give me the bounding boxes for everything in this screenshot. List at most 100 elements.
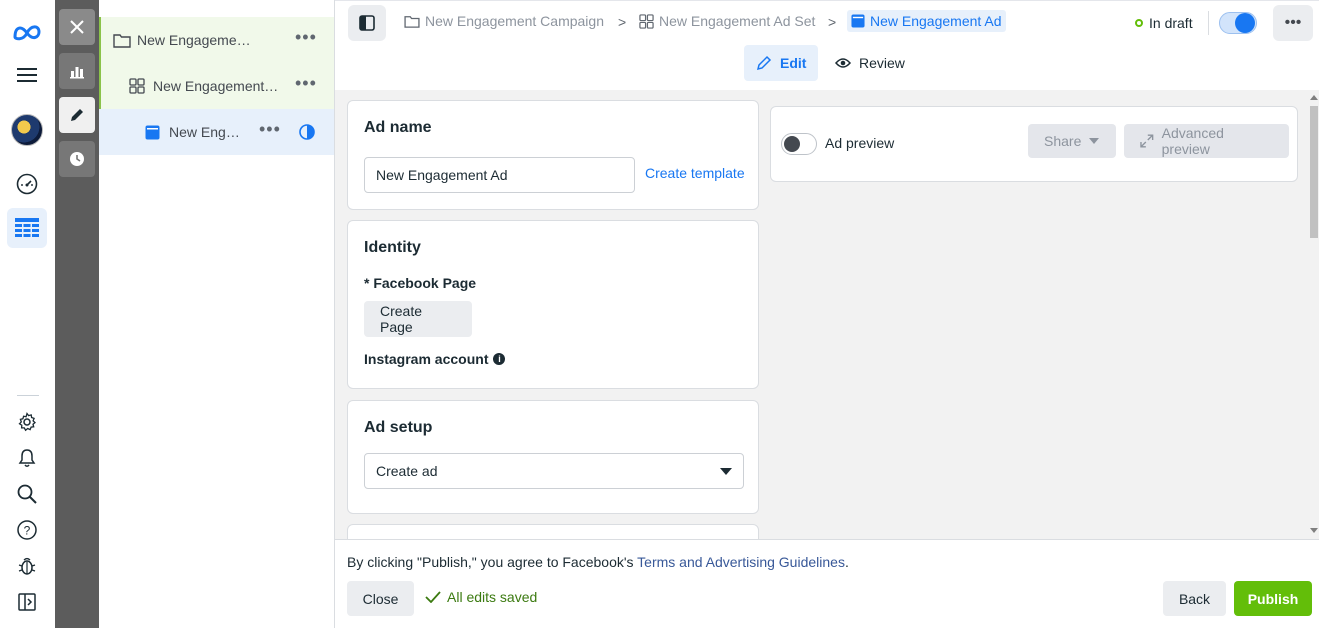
breadcrumb-campaign-label: New Engagement Campaign <box>425 13 604 29</box>
instagram-account-field: Instagram account i <box>364 351 506 367</box>
terms-prefix: By clicking "Publish," you agree to Face… <box>347 554 638 570</box>
save-status: All edits saved <box>425 589 537 605</box>
back-button[interactable]: Back <box>1163 581 1226 616</box>
create-template-link[interactable]: Create template <box>645 165 745 181</box>
ad-more-icon[interactable]: ••• <box>259 119 281 140</box>
more-options-button[interactable]: ••• <box>1273 5 1313 41</box>
editor-footer: By clicking "Publish," you agree to Face… <box>335 539 1319 628</box>
chevron-right-icon: > <box>618 14 627 30</box>
help-icon[interactable]: ? <box>7 510 47 550</box>
ad-name-input[interactable]: New Engagement Ad <box>364 157 635 193</box>
history-button[interactable] <box>59 141 95 177</box>
breadcrumb-ad[interactable]: New Engagement Ad <box>847 10 1006 32</box>
meta-logo-icon[interactable] <box>7 12 47 52</box>
toggle-panel-icon[interactable] <box>7 582 47 622</box>
clock-icon <box>70 152 84 166</box>
breadcrumb-campaign[interactable]: New Engagement Campaign <box>404 13 604 29</box>
ad-name-card: Ad name New Engagement Ad Create templat… <box>347 100 759 210</box>
ad-name-value: New Engagement Ad <box>376 167 508 183</box>
tree-campaign-label: New Engagement Campaign <box>137 32 251 48</box>
account-avatar[interactable] <box>7 110 47 150</box>
report-bug-icon[interactable] <box>7 546 47 586</box>
search-icon[interactable] <box>7 474 47 514</box>
save-status-label: All edits saved <box>447 589 538 605</box>
side-panel-icon <box>359 15 375 31</box>
adset-more-icon[interactable]: ••• <box>295 73 317 94</box>
ad-preview-card: Ad preview Share Advanced preview <box>770 106 1298 182</box>
tree-item-ad[interactable]: New Engagement Ad ••• <box>99 109 334 155</box>
pencil-icon <box>71 109 83 121</box>
global-nav-rail: ? <box>0 0 55 628</box>
identity-card: Identity * Facebook Page Create Page Ins… <box>347 220 759 389</box>
folder-icon <box>113 33 131 48</box>
breadcrumb-adset[interactable]: New Engagement Ad Set <box>639 13 815 29</box>
draft-status-dot <box>1135 19 1143 27</box>
ad-icon <box>851 14 865 28</box>
folder-icon <box>404 15 420 28</box>
tab-edit-label: Edit <box>780 55 807 71</box>
adset-grid-icon <box>129 78 145 94</box>
terms-text: By clicking "Publish," you agree to Face… <box>347 554 849 570</box>
close-button[interactable]: Close <box>347 581 414 616</box>
tab-review[interactable]: Review <box>823 45 917 81</box>
tree-ad-label: New Engagement Ad <box>169 124 243 140</box>
publish-button[interactable]: Publish <box>1234 581 1312 616</box>
ad-setup-select-value: Create ad <box>376 463 438 479</box>
facebook-page-label: * Facebook Page <box>364 275 477 291</box>
toggle-knob <box>1235 13 1255 33</box>
bar-chart-icon <box>70 67 84 79</box>
ad-preview-toggle[interactable] <box>781 133 817 155</box>
breadcrumb-ad-label: New Engagement Ad <box>870 13 1002 29</box>
share-button[interactable]: Share <box>1028 124 1116 158</box>
breadcrumb-adset-label: New Engagement Ad Set <box>659 13 816 29</box>
tree-item-campaign[interactable]: New Engagement Campaign ••• <box>99 17 334 63</box>
pencil-icon <box>756 55 772 71</box>
terms-suffix: . <box>844 554 849 570</box>
draft-status-label: In draft <box>1149 15 1193 31</box>
caret-down-icon <box>720 467 732 475</box>
adset-grid-icon <box>639 13 654 29</box>
campaign-tree: New Engagement Campaign ••• New Engageme… <box>99 0 335 628</box>
instagram-account-label: Instagram account <box>364 351 489 367</box>
expand-icon <box>1140 134 1154 148</box>
ad-setup-card: Ad setup Create ad <box>347 400 759 514</box>
editor-header: New Engagement Campaign > New Engagement… <box>335 0 1319 44</box>
settings-gear-icon[interactable] <box>7 402 47 442</box>
create-page-button[interactable]: Create Page <box>364 301 472 337</box>
checkmark-icon <box>425 591 441 603</box>
menu-icon[interactable] <box>7 55 47 95</box>
tree-item-adset[interactable]: New Engagement Ad Set ••• <box>99 63 334 109</box>
more-dots-icon: ••• <box>1284 14 1302 31</box>
performance-gauge-icon[interactable] <box>7 164 47 204</box>
ad-icon <box>145 125 160 139</box>
ad-on-off-toggle[interactable] <box>1219 12 1257 34</box>
campaign-more-icon[interactable]: ••• <box>295 27 317 48</box>
terms-link[interactable]: Terms and Advertising Guidelines <box>637 554 845 570</box>
editor-tool-strip <box>55 0 99 628</box>
charts-button[interactable] <box>59 53 95 89</box>
ad-setup-select[interactable]: Create ad <box>364 453 744 489</box>
back-label: Back <box>1178 590 1211 607</box>
identity-title: Identity <box>364 239 421 256</box>
draft-status: In draft <box>1135 15 1193 31</box>
edit-mode-button[interactable] <box>59 97 95 133</box>
create-page-label: Create Page <box>380 303 423 335</box>
close-editor-button[interactable] <box>59 9 95 45</box>
toggle-knob <box>784 136 800 152</box>
info-icon[interactable]: i <box>493 353 506 365</box>
eye-icon <box>835 58 851 68</box>
share-label: Share <box>1044 133 1082 149</box>
tab-edit[interactable]: Edit <box>744 45 819 81</box>
ad-setup-title: Ad setup <box>364 419 433 436</box>
editor-main: Ad name New Engagement Ad Create templat… <box>335 90 1319 539</box>
notifications-bell-icon[interactable] <box>7 438 47 478</box>
scroll-up-arrow-icon[interactable] <box>1310 95 1318 100</box>
ads-manager-table-icon[interactable] <box>7 208 47 248</box>
next-section-card <box>347 524 759 539</box>
advanced-preview-label: Advanced preview <box>1161 125 1224 157</box>
main-scrollbar-thumb[interactable] <box>1310 106 1318 238</box>
advanced-preview-button[interactable]: Advanced preview <box>1124 124 1289 158</box>
scroll-down-arrow-icon[interactable] <box>1310 528 1318 533</box>
collapse-panel-button[interactable] <box>348 5 386 41</box>
close-label: Close <box>362 590 399 607</box>
